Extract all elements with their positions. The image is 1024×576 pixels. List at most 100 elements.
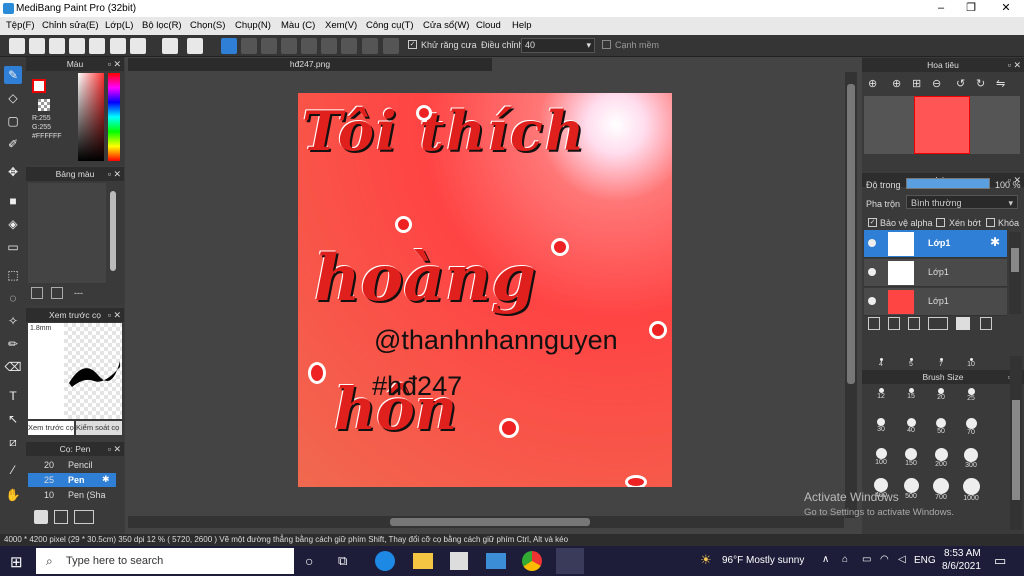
brush-tool-icon[interactable]: ✎ [4,66,22,84]
battery-icon[interactable]: ▭ [862,554,871,565]
layer-row[interactable]: Lớp1 ✱ [864,230,1007,258]
network-icon[interactable]: ⌂ [842,554,848,565]
dot-tool-icon[interactable]: ▢ [4,112,22,130]
brush-size-cell[interactable]: 70 [956,416,986,446]
brush-size-cell[interactable]: 1000 [956,476,986,506]
layer-row[interactable]: Lớp1 [864,288,1007,316]
artwork-canvas[interactable]: Tôi thích hoàng hôn @thanhnhannguyen #hđ… [298,93,672,487]
operation-tool-icon[interactable]: ↖ [4,410,22,428]
secondary-color-swatch[interactable] [38,99,50,111]
horizontal-scrollbar[interactable] [128,516,844,528]
tab-brush-control[interactable]: Kiểm soát cọ [76,421,122,435]
antialias-checkbox[interactable]: ✓ [408,40,417,49]
palette-scrollbar[interactable] [110,191,116,271]
eraser-tool-icon[interactable]: ◇ [4,89,22,107]
lock-checkbox[interactable] [986,218,995,227]
hue-slider[interactable] [108,73,120,161]
trash-icon[interactable] [51,287,63,299]
windows-start-icon[interactable]: ⊞ [10,553,23,571]
brush-item[interactable]: 10 Pen (Sha [28,488,116,502]
maximize-icon[interactable]: ❐ [960,2,982,15]
clock-time[interactable]: 8:53 AM [944,548,981,559]
add-brush-icon[interactable] [34,510,48,524]
brush-size-cell[interactable]: 500 [896,476,926,506]
minimize-icon[interactable]: – [930,2,952,15]
move-tool-icon[interactable]: ✥ [4,163,22,181]
brush-size-cell[interactable]: 300 [956,446,986,476]
task-view-icon[interactable]: ⧉ [338,553,347,569]
brush-menu-icon[interactable] [74,510,94,524]
snap-circle-icon[interactable] [321,38,337,54]
page-icon[interactable] [89,38,105,54]
redo-icon[interactable] [187,38,203,54]
menu-select[interactable]: Chọn(S) [190,20,225,31]
new-layer-icon[interactable] [868,317,880,330]
brush-size-cell[interactable]: 30 [866,416,896,446]
new-palette-icon[interactable] [31,287,43,299]
menu-window[interactable]: Cửa sổ(W) [423,20,469,31]
snap-ellipse-icon[interactable] [362,38,378,54]
menu-tools[interactable]: Công cụ(T) [366,20,414,31]
file-explorer-icon[interactable] [413,553,433,569]
snap-curve-icon[interactable] [341,38,357,54]
weather-text[interactable]: 96°F Mostly sunny [722,555,804,566]
menu-cloud[interactable]: Cloud [476,20,501,31]
wifi-icon[interactable]: ◠ [880,554,889,565]
panel-close-icon[interactable]: ▫ ✕ [108,57,121,71]
zoom-out-icon[interactable]: ⊖ [932,77,941,90]
panel-close-icon[interactable]: ▫ ✕ [108,167,121,181]
snap-off-icon[interactable] [221,38,237,54]
lasso-icon[interactable]: ◌ [4,289,22,307]
select-pen-icon[interactable]: ✏ [4,335,22,353]
brushsize-scrollbar[interactable] [1010,356,1022,530]
export-icon[interactable] [29,38,45,54]
grid-icon[interactable] [130,38,146,54]
rotate-left-icon[interactable]: ↺ [956,77,965,90]
list-icon[interactable] [110,38,126,54]
clip-checkbox[interactable] [936,218,945,227]
add-layer-icon[interactable] [888,317,900,330]
gradient-tool-icon[interactable]: ▭ [4,238,22,256]
tab-brush-preview[interactable]: Xem trước cọ [28,421,74,435]
snap-vanish-icon[interactable] [281,38,297,54]
menu-filter[interactable]: Bộ lọc(R) [142,20,182,31]
panel-close-icon[interactable]: ▫ ✕ [1008,58,1021,72]
brush-size-cell[interactable]: 40 [896,416,926,446]
mail-icon[interactable] [486,553,506,569]
flip-icon[interactable]: ⇋ [996,77,1005,90]
edge-icon[interactable] [375,551,395,571]
brush-size-cell[interactable]: 25 [956,386,986,416]
snap-radial-icon[interactable] [301,38,317,54]
folder-icon[interactable] [956,317,970,330]
snap-parallel-icon[interactable] [241,38,257,54]
brush-size-cell[interactable]: 200 [926,446,956,476]
panel-close-icon[interactable]: ▫ ✕ [108,442,121,456]
zoom-in-icon[interactable]: ⊕ [868,77,877,90]
zoom-in-icon[interactable]: ⊕ [892,77,901,90]
clock-date[interactable]: 8/6/2021 [942,561,981,572]
brush-size-cell[interactable]: 7 [926,356,956,386]
navigator-preview[interactable] [864,96,1020,154]
soft-edge-checkbox[interactable] [602,40,611,49]
brush-size-cell[interactable]: 100 [866,446,896,476]
close-icon[interactable]: ✕ [995,2,1017,15]
menu-help[interactable]: Help [512,20,532,31]
page-icon[interactable] [54,510,68,524]
duplicate-layer-icon[interactable] [908,317,920,330]
shape-tool-icon[interactable]: ■ [4,192,22,210]
brush-size-cell[interactable]: 700 [926,476,956,506]
brush-size-cell[interactable]: 150 [896,446,926,476]
brush-item-selected[interactable]: 25 Pen ✱ [28,473,116,487]
notification-icon[interactable]: ▭ [994,553,1006,569]
layer-menu-icon[interactable] [928,317,948,330]
brush-size-cell[interactable]: 5 [896,356,926,386]
snap-grid-icon[interactable] [261,38,277,54]
select-eraser-icon[interactable]: ⌫ [4,358,22,376]
eye-icon[interactable] [868,239,876,247]
eye-icon[interactable] [868,297,876,305]
layer-scrollbar[interactable] [1009,232,1021,314]
gear-icon[interactable]: ✱ [990,235,1000,249]
settings-icon[interactable] [383,38,399,54]
brush-size-cell[interactable]: 50 [926,416,956,446]
layer-row[interactable]: Lớp1 [864,259,1007,287]
